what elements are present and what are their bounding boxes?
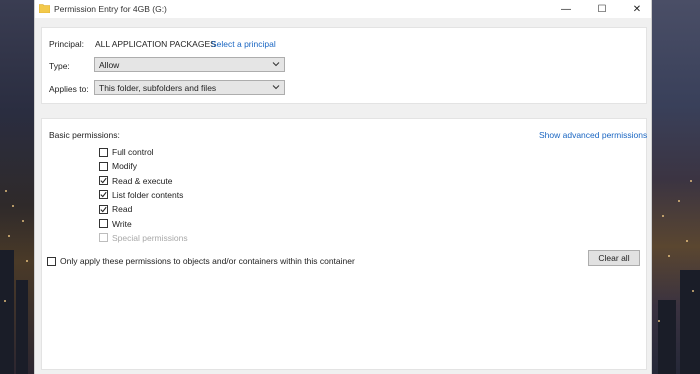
maximize-button[interactable]: ☐	[585, 0, 619, 18]
building-silhouette	[680, 270, 700, 374]
show-advanced-permissions-link[interactable]: Show advanced permissions	[539, 130, 647, 140]
close-icon: ✕	[632, 3, 642, 15]
applies-to-dropdown[interactable]: This folder, subfolders and files	[94, 80, 285, 95]
permission-row[interactable]: Write	[99, 218, 132, 230]
permission-label: Read	[112, 204, 133, 215]
only-apply-label: Only apply these permissions to objects …	[60, 256, 355, 266]
checkmark-icon	[100, 192, 107, 198]
title-bar[interactable]: Permission Entry for 4GB (G:) — ☐ ✕	[35, 0, 651, 18]
permission-checkbox[interactable]	[99, 219, 108, 228]
checkmark-icon	[100, 177, 107, 184]
city-light	[686, 240, 688, 242]
type-dropdown[interactable]: Allow	[94, 57, 285, 72]
applies-to-label: Applies to:	[49, 84, 89, 94]
type-dropdown-value: Allow	[99, 60, 120, 70]
close-button[interactable]: ✕	[620, 0, 654, 18]
window-title: Permission Entry for 4GB (G:)	[54, 4, 167, 14]
city-light	[4, 300, 6, 302]
only-apply-checkbox[interactable]	[47, 256, 56, 266]
building-silhouette	[16, 280, 28, 374]
permission-checkbox[interactable]	[99, 147, 108, 157]
only-apply-checkbox-row[interactable]: Only apply these permissions to objects …	[47, 255, 355, 267]
checkmark-icon	[100, 206, 107, 213]
principal-panel: Principal: ALL APPLICATION PACKAGES Sele…	[41, 27, 647, 104]
city-light	[22, 220, 24, 222]
chevron-down-icon	[272, 83, 280, 91]
basic-permissions-panel: Basic permissions: Show advanced permiss…	[41, 118, 647, 370]
permission-label: Modify	[112, 161, 138, 172]
minimize-button[interactable]: —	[549, 0, 583, 18]
city-light	[662, 215, 664, 217]
principal-label: Principal:	[49, 39, 84, 49]
city-light	[26, 260, 28, 262]
permission-label: List folder contents	[112, 189, 184, 200]
permission-row[interactable]: List folder contents	[99, 189, 183, 201]
permission-checkbox[interactable]	[99, 204, 108, 214]
permission-label: Special permissions	[112, 232, 188, 243]
building-silhouette	[658, 300, 676, 374]
clear-all-button[interactable]: Clear all	[588, 250, 640, 266]
select-principal-link[interactable]: Select a principal	[211, 39, 276, 49]
permission-label: Read & execute	[112, 175, 173, 186]
permission-row[interactable]: Full control	[99, 146, 154, 158]
permission-label: Write	[112, 218, 132, 229]
clear-all-label: Clear all	[598, 253, 630, 263]
permission-checkbox[interactable]	[99, 161, 108, 171]
permission-checkbox	[99, 233, 108, 243]
permission-checkbox[interactable]	[99, 176, 108, 186]
type-label: Type:	[49, 61, 70, 71]
city-light	[5, 190, 7, 192]
permission-row[interactable]: Read & execute	[99, 175, 172, 187]
principal-value: ALL APPLICATION PACKAGES	[95, 39, 216, 49]
permission-row: Special permissions	[99, 232, 188, 244]
permission-entry-dialog: Permission Entry for 4GB (G:) — ☐ ✕ Prin…	[34, 0, 652, 374]
city-light	[678, 200, 680, 202]
permission-row[interactable]: Modify	[99, 160, 137, 172]
minimize-icon: —	[561, 3, 571, 15]
applies-to-dropdown-value: This folder, subfolders and files	[99, 83, 217, 93]
basic-permissions-heading: Basic permissions:	[49, 130, 120, 140]
maximize-icon: ☐	[597, 3, 607, 15]
building-silhouette	[0, 250, 14, 374]
city-light	[658, 320, 660, 322]
folder-icon	[38, 3, 51, 14]
chevron-down-icon	[272, 60, 280, 68]
permission-row[interactable]: Read	[99, 203, 132, 215]
permission-checkbox[interactable]	[99, 190, 108, 200]
city-light	[690, 180, 692, 182]
city-light	[12, 205, 14, 207]
permission-label: Full control	[112, 147, 154, 157]
city-light	[668, 255, 670, 257]
city-light	[8, 235, 10, 237]
city-light	[692, 290, 694, 292]
